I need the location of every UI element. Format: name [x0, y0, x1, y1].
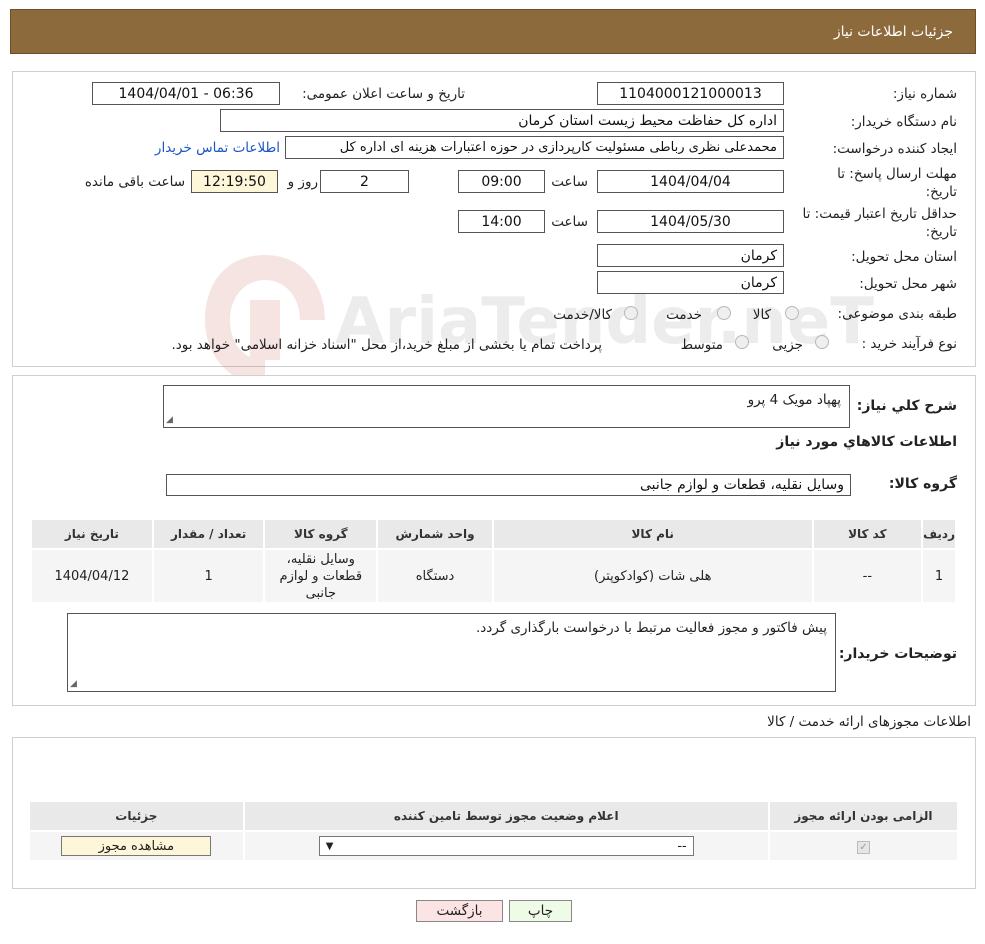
category-radio-service[interactable]: [717, 306, 731, 320]
category-option-goods: کالا: [752, 307, 771, 323]
page-header: جزئیات اطلاعات نیاز: [10, 9, 976, 54]
deadline-time-label: ساعت: [551, 174, 588, 190]
deadline-label-line1: مهلت ارسال پاسخ: تا: [837, 166, 957, 182]
validity-time-label: ساعت: [551, 214, 588, 230]
col-qty: تعداد / مقدار: [151, 518, 266, 550]
cell-group: وسایل نقلیه، قطعات و لوازم جانبی: [263, 548, 379, 604]
cell-permit-required: ✓: [767, 830, 960, 862]
permits-table: الزامی بودن ارائه مجوز اعلام وضعیت مجوز …: [28, 800, 960, 862]
table-row: 1 -- هلی شات (کوادکوپتر) دستگاه وسایل نق…: [30, 548, 957, 604]
remaining-label: ساعت باقی مانده: [84, 174, 185, 190]
days-label: روز و: [287, 174, 318, 190]
goods-group-label: گروه کالا:: [888, 476, 957, 492]
validity-time-field: 14:00: [458, 210, 545, 233]
goods-table-header: ردیف کد کالا نام کالا واحد شمارش گروه کا…: [30, 518, 957, 550]
deadline-label-line2: تاریخ:: [925, 184, 957, 200]
process-label: نوع فرآیند خرید :: [861, 336, 957, 352]
deadline-time-field: 09:00: [458, 170, 545, 193]
category-radio-goods[interactable]: [785, 306, 799, 320]
permit-status-value: --: [677, 838, 687, 854]
summary-textarea: پهپاد مویک 4 پرو ◢: [163, 385, 850, 428]
process-radio-minor[interactable]: [815, 335, 829, 349]
province-field: کرمان: [597, 244, 784, 267]
cell-permit-status: -- ▼: [242, 830, 770, 862]
category-label: طبقه بندی موضوعی:: [837, 306, 957, 322]
process-option-minor: جزیی: [772, 337, 803, 353]
buyer-label: نام دستگاه خریدار:: [850, 114, 957, 130]
cell-row: 1: [921, 548, 957, 604]
goods-table: ردیف کد کالا نام کالا واحد شمارش گروه کا…: [30, 518, 957, 604]
col-row: ردیف: [921, 518, 957, 550]
print-button[interactable]: چاپ: [509, 900, 572, 922]
resize-grip-icon: ◢: [166, 415, 173, 425]
need-number-label: شماره نیاز:: [892, 86, 957, 102]
creator-label: ایجاد کننده درخواست:: [832, 141, 957, 157]
col-permit-required: الزامی بودن ارائه مجوز: [767, 800, 960, 832]
deadline-date-field: 1404/04/04: [597, 170, 784, 193]
buyer-notes-textarea: پیش فاکتور و مجوز فعالیت مرتبط با درخواس…: [67, 613, 836, 692]
col-unit: واحد شمارش: [376, 518, 494, 550]
category-option-goods-service: کالا/خدمت: [553, 307, 612, 323]
days-field: 2: [320, 170, 409, 193]
cell-permit-details: مشاهده مجوز: [28, 830, 245, 862]
goods-group-field: وسایل نقلیه، قطعات و لوازم جانبی: [166, 474, 851, 496]
province-label: استان محل تحویل:: [851, 249, 957, 265]
cell-qty: 1: [151, 548, 266, 604]
city-field: کرمان: [597, 271, 784, 294]
permits-title: اطلاعات مجوزهای ارائه خدمت / کالا: [767, 714, 971, 730]
permits-table-header: الزامی بودن ارائه مجوز اعلام وضعیت مجوز …: [28, 800, 960, 832]
process-note: پرداخت تمام یا بخشی از مبلغ خرید،از محل …: [171, 337, 602, 353]
category-option-service: خدمت: [666, 307, 702, 323]
col-permit-details: جزئیات: [28, 800, 245, 832]
col-code: کد کالا: [811, 518, 924, 550]
resize-grip-icon: ◢: [70, 679, 77, 689]
buyer-notes-text: پیش فاکتور و مجوز فعالیت مرتبط با درخواس…: [476, 620, 827, 636]
validity-date-field: 1404/05/30: [597, 210, 784, 233]
goods-info-title: اطلاعات کالاهاي مورد نياز: [776, 434, 957, 450]
col-date: تاریخ نیاز: [30, 518, 154, 550]
col-name: نام کالا: [491, 518, 814, 550]
table-row: ✓ -- ▼ مشاهده مجوز: [28, 830, 960, 862]
announce-label: تاریخ و ساعت اعلان عمومی:: [302, 86, 465, 102]
summary-label: شرح کلي نياز:: [856, 398, 957, 414]
announce-field: 1404/04/01 - 06:36: [92, 82, 280, 105]
creator-field: محمدعلی نظری رباطی مسئولیت کارپردازی در …: [285, 136, 784, 159]
process-option-medium: متوسط: [680, 337, 723, 353]
cell-name: هلی شات (کوادکوپتر): [491, 548, 814, 604]
permit-status-select[interactable]: -- ▼: [318, 836, 694, 856]
category-radio-goods-service[interactable]: [624, 306, 638, 320]
view-permit-button[interactable]: مشاهده مجوز: [61, 836, 212, 856]
buyer-notes-label: توضیحات خریدار:: [838, 646, 957, 662]
need-number-field: 1104000121000013: [597, 82, 784, 105]
process-radio-medium[interactable]: [735, 335, 749, 349]
remaining-time-field: 12:19:50: [191, 170, 278, 193]
cell-date: 1404/04/12: [30, 548, 154, 604]
validity-label-line2: تاریخ:: [925, 224, 957, 240]
buyer-contact-link[interactable]: اطلاعات تماس خریدار: [155, 140, 280, 156]
col-group: گروه کالا: [263, 518, 379, 550]
validity-label-line1: حداقل تاریخ اعتبار قیمت: تا: [802, 206, 957, 222]
required-checkbox[interactable]: ✓: [856, 840, 870, 854]
buyer-field: اداره کل حفاظت محیط زیست استان کرمان: [220, 109, 784, 132]
cell-code: --: [811, 548, 924, 604]
col-permit-status: اعلام وضعیت مجوز توسط تامین کننده: [242, 800, 770, 832]
cell-unit: دستگاه: [376, 548, 494, 604]
page-title: جزئیات اطلاعات نیاز: [833, 23, 953, 40]
back-button[interactable]: بازگشت: [416, 900, 503, 922]
summary-text: پهپاد مویک 4 پرو: [747, 392, 841, 408]
city-label: شهر محل تحویل:: [859, 276, 957, 292]
chevron-down-icon: ▼: [325, 840, 334, 852]
